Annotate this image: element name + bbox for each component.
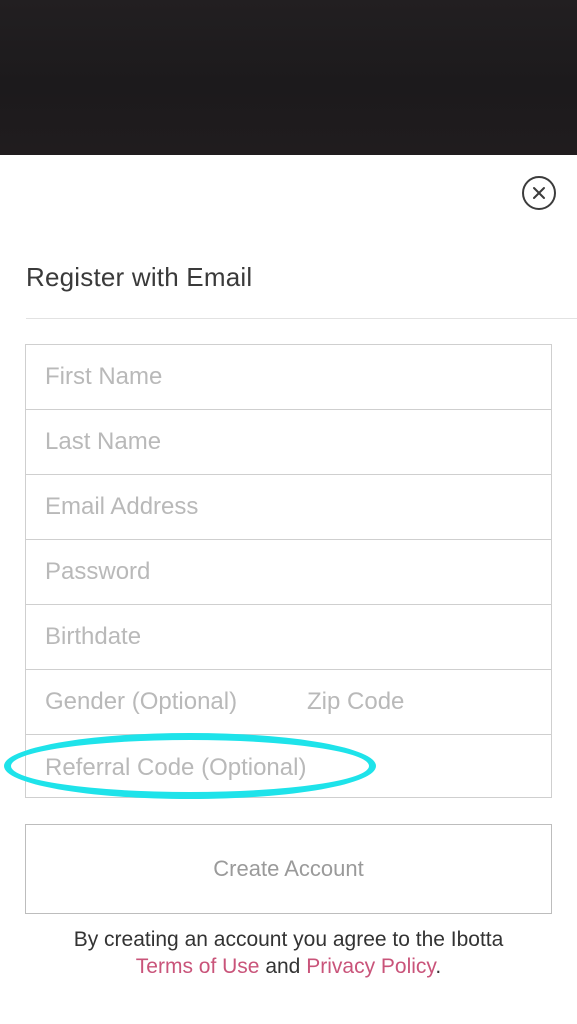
gender-select[interactable] — [26, 670, 306, 734]
birthdate-input[interactable] — [26, 605, 551, 669]
gender-zip-row — [26, 670, 551, 735]
close-icon — [533, 187, 545, 199]
terms-notice: By creating an account you agree to the … — [0, 926, 577, 980]
terms-of-use-link[interactable]: Terms of Use — [136, 955, 260, 978]
terms-suffix: . — [435, 955, 442, 978]
privacy-policy-link[interactable]: Privacy Policy — [306, 955, 435, 978]
close-button[interactable] — [522, 176, 556, 210]
registration-form — [25, 344, 552, 800]
create-account-button[interactable]: Create Account — [25, 824, 552, 914]
background-overlay — [0, 0, 577, 155]
title-divider — [26, 318, 577, 319]
password-row — [26, 540, 551, 605]
modal-title: Register with Email — [26, 262, 253, 292]
terms-conjunction: and — [265, 955, 301, 978]
password-input[interactable] — [26, 540, 551, 604]
referral-row — [26, 735, 551, 800]
terms-prefix: By creating an account you agree to the … — [73, 928, 504, 951]
birthdate-row — [26, 605, 551, 670]
email-row — [26, 475, 551, 540]
referral-code-input[interactable] — [26, 735, 551, 800]
zip-code-input[interactable] — [288, 670, 550, 734]
first-name-row — [26, 345, 551, 410]
email-input[interactable] — [26, 475, 551, 539]
last-name-row — [26, 410, 551, 475]
first-name-input[interactable] — [26, 345, 551, 409]
last-name-input[interactable] — [26, 410, 551, 474]
